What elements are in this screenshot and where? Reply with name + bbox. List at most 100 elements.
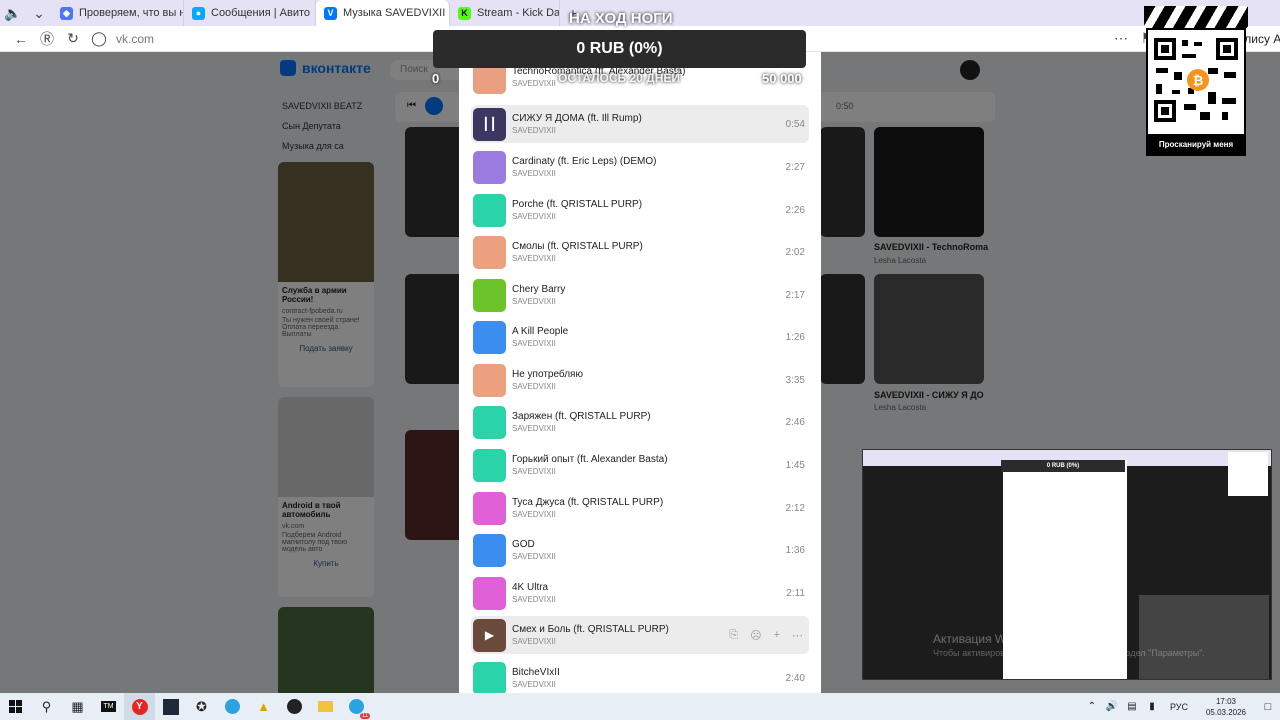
track-cover[interactable] <box>473 193 506 227</box>
telegram-icon[interactable] <box>217 693 248 720</box>
task-view-icon[interactable]: ▦ <box>62 693 93 720</box>
track-cover[interactable] <box>473 533 506 567</box>
equalizer-icon[interactable]: ┃┃ <box>473 107 506 141</box>
track-row[interactable]: ▶ Смех и Боль (ft. QRISTALL PURP) SAVEDVIX… <box>471 616 809 654</box>
track-title[interactable]: СИЖУ Я ДОМА (ft. Ill Rump) <box>512 113 769 124</box>
address-bar[interactable]: vk.com <box>116 32 154 46</box>
fan-icon[interactable]: ✪ <box>186 693 217 720</box>
track-title[interactable]: Смолы (ft. QRISTALL PURP) <box>512 241 769 252</box>
track-title[interactable]: A Kill People <box>512 326 769 337</box>
track-duration: 2:27 <box>785 161 805 173</box>
track-cover[interactable] <box>473 491 506 525</box>
track-artist[interactable]: SAVEDVIXII <box>512 212 769 221</box>
track-artist[interactable]: SAVEDVIXII <box>512 467 769 476</box>
play-icon[interactable]: ▶ <box>473 618 506 652</box>
track-cover[interactable] <box>473 363 506 397</box>
track-row[interactable]: Горький опыт (ft. Alexander Basta) SAVEDV… <box>471 446 809 484</box>
vk-icon: V <box>324 6 337 20</box>
sound-icon[interactable]: 🔈 <box>0 5 26 22</box>
track-row[interactable]: Porche (ft. QRISTALL PURP) SAVEDVIXII 2:26 <box>471 191 809 229</box>
obs-icon[interactable] <box>279 693 310 720</box>
windows-start-icon[interactable] <box>0 693 31 720</box>
track-artist[interactable]: SAVEDVIXII <box>512 552 769 561</box>
add-icon[interactable]: + <box>774 629 780 642</box>
browser-tab[interactable]: K Stream - Kick Dashbo <box>450 0 560 26</box>
track-artist[interactable]: SAVEDVIXII <box>512 297 769 306</box>
chevron-down-icon[interactable]: ⌄ <box>26 5 52 22</box>
stream-goal-title: НА ХОД НОГИ <box>569 10 673 27</box>
track-row[interactable]: Не употребляю SAVEDVIXII 3:35 <box>471 361 809 399</box>
track-row[interactable]: Chery Barry SAVEDVIXII 2:17 <box>471 276 809 314</box>
track-row[interactable]: Cardinaty (ft. Eric Leps) (DEMO) SAVEDVIX… <box>471 148 809 186</box>
menu-icon[interactable]: ⋯ <box>1108 30 1134 47</box>
track-artist[interactable]: SAVEDVIXII <box>512 595 769 604</box>
battery-icon[interactable]: ▮ <box>1142 693 1162 720</box>
browser-tab-active[interactable]: V Музыка SAVEDVIXII ✕ <box>316 0 450 26</box>
track-cover[interactable] <box>473 150 506 184</box>
track-cover[interactable] <box>473 320 506 354</box>
tiktok-icon[interactable]: TM <box>93 693 124 720</box>
telegram-app-icon[interactable]: 11 <box>341 693 372 720</box>
track-artist[interactable]: SAVEDVIXII <box>512 126 769 135</box>
track-title[interactable]: GOD <box>512 539 769 550</box>
track-artist[interactable]: SAVEDVIXII <box>512 382 769 391</box>
warning-app-icon[interactable]: ▲ <box>248 693 279 720</box>
track-row[interactable]: BitcheVIxII SAVEDVIXII 2:40 <box>471 659 809 693</box>
clock[interactable]: 17:03 05.03.2026 <box>1196 696 1256 718</box>
track-row[interactable]: ┃┃ СИЖУ Я ДОМА (ft. Ill Rump) SAVEDVIXII 0:… <box>471 105 809 143</box>
yandex-browser-icon[interactable]: Y <box>124 693 155 720</box>
track-artist[interactable]: SAVEDVIXII <box>512 637 729 646</box>
track-artist[interactable]: SAVEDVIXII <box>512 680 769 689</box>
track-info: Горький опыт (ft. Alexander Basta) SAVEDV… <box>512 454 769 476</box>
tray-chevron-icon[interactable]: ⌃ <box>1082 693 1102 720</box>
track-cover[interactable] <box>473 405 506 439</box>
track-title[interactable]: Туса Джуса (ft. QRISTALL PURP) <box>512 497 769 508</box>
track-artist[interactable]: SAVEDVIXII <box>512 424 769 433</box>
back-icon[interactable]: ← <box>8 31 34 47</box>
track-cover[interactable] <box>473 235 506 269</box>
track-title[interactable]: Не употребляю <box>512 369 769 380</box>
track-cover[interactable] <box>473 576 506 610</box>
track-title[interactable]: Cardinaty (ft. Eric Leps) (DEMO) <box>512 156 769 167</box>
track-row[interactable]: 4K Ultra SAVEDVIXII 2:11 <box>471 574 809 612</box>
track-row[interactable]: Туса Джуса (ft. QRISTALL PURP) SAVEDVIXII… <box>471 489 809 527</box>
track-row[interactable]: Заряжен (ft. QRISTALL PURP) SAVEDVIXII 2:4… <box>471 403 809 441</box>
track-title[interactable]: Смех и Боль (ft. QRISTALL PURP) <box>512 624 729 635</box>
copy-icon[interactable]: ⎘ <box>729 629 738 642</box>
more-icon[interactable]: ⋯ <box>792 629 803 642</box>
browser-tab[interactable]: ◆ Проверяем, что вы не ро <box>52 0 184 26</box>
app-icon[interactable] <box>155 693 186 720</box>
activation-watermark: Активация Windows <box>933 632 1044 646</box>
language-indicator[interactable]: РУС <box>1170 702 1188 712</box>
track-artist[interactable]: SAVEDVIXII <box>512 339 769 348</box>
search-icon[interactable]: ⚲ <box>31 693 62 720</box>
network-icon[interactable]: ▤ <box>1122 693 1142 720</box>
track-title[interactable]: Горький опыт (ft. Alexander Basta) <box>512 454 769 465</box>
folder-icon[interactable] <box>310 693 341 720</box>
track-row[interactable]: A Kill People SAVEDVIXII 1:26 <box>471 318 809 356</box>
yandex-icon[interactable]: Ⓡ <box>34 29 60 49</box>
kick-icon: K <box>458 6 471 20</box>
track-title[interactable]: Chery Barry <box>512 284 769 295</box>
track-title[interactable]: BitcheVIxII <box>512 667 769 678</box>
preview-qr <box>1228 452 1268 496</box>
track-cover[interactable] <box>473 278 506 312</box>
track-duration: 2:12 <box>785 502 805 514</box>
track-artist[interactable]: SAVEDVIXII <box>512 254 769 263</box>
track-title[interactable]: Porche (ft. QRISTALL PURP) <box>512 199 769 210</box>
track-cover[interactable] <box>473 661 506 693</box>
notifications-icon[interactable]: □ <box>1256 693 1280 720</box>
donation-goal-bar: 0 RUB (0%) <box>433 30 806 68</box>
track-row[interactable]: GOD SAVEDVIXII 1:36 <box>471 531 809 569</box>
site-info-icon[interactable]: ◯ <box>86 30 112 47</box>
volume-icon[interactable]: 🔊 <box>1102 693 1122 720</box>
track-cover[interactable] <box>473 448 506 482</box>
reload-icon[interactable]: ↻ <box>60 30 86 47</box>
dislike-icon[interactable]: ☹ <box>750 629 761 642</box>
browser-tab[interactable]: ● Сообщения | Авито <box>184 0 316 26</box>
track-artist[interactable]: SAVEDVIXII <box>512 510 769 519</box>
track-title[interactable]: Заряжен (ft. QRISTALL PURP) <box>512 411 769 422</box>
track-row[interactable]: Смолы (ft. QRISTALL PURP) SAVEDVIXII 2:02 <box>471 233 809 271</box>
track-artist[interactable]: SAVEDVIXII <box>512 169 769 178</box>
track-title[interactable]: 4K Ultra <box>512 582 769 593</box>
